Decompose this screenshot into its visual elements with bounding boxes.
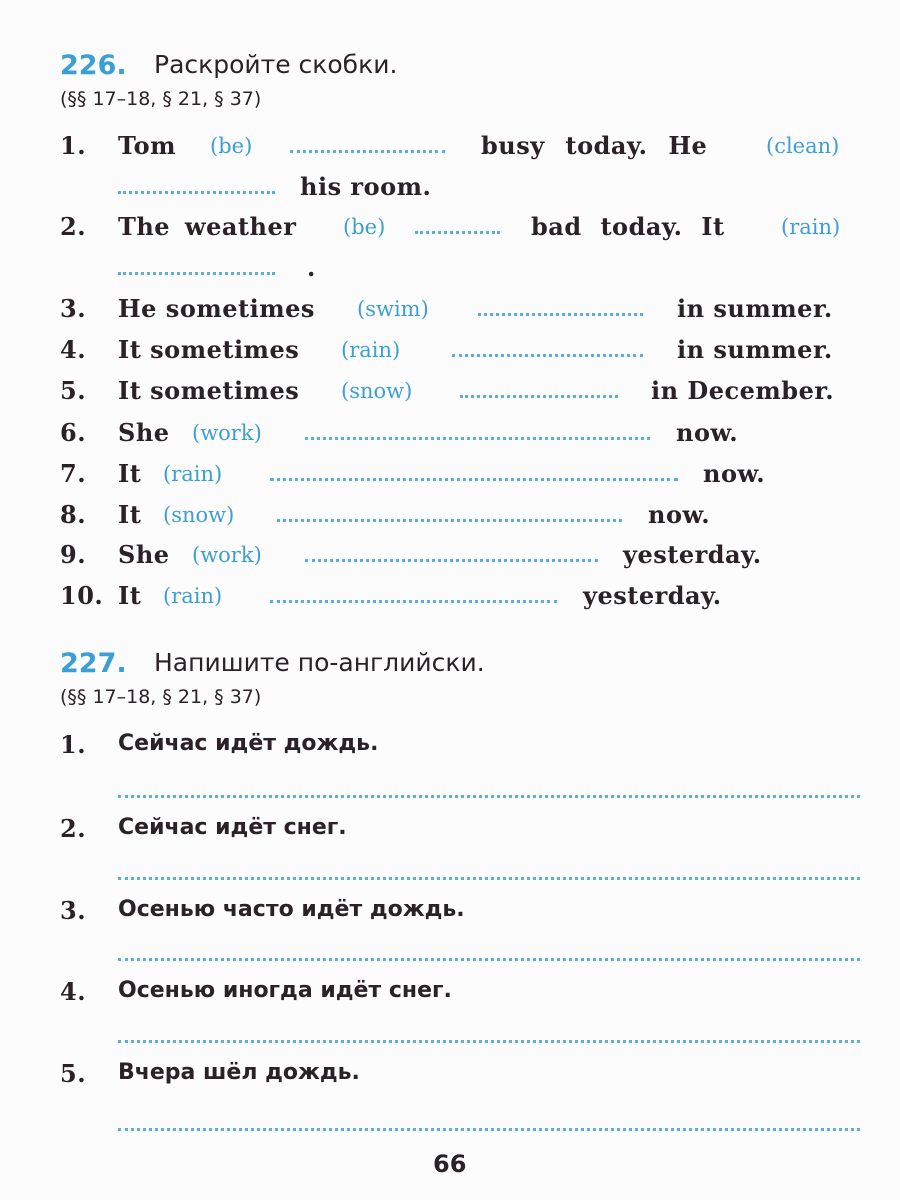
verb-hint: (rain) — [781, 215, 841, 239]
answer-line[interactable] — [118, 1040, 860, 1043]
item-number: 8. — [60, 500, 87, 529]
sentence-text: yesterday. — [623, 540, 762, 569]
sentence-text: The weather — [118, 212, 297, 241]
answer-blank[interactable] — [290, 150, 445, 153]
sentence-text: It sometimes — [118, 335, 300, 364]
sentence-text: now. — [676, 418, 739, 447]
answer-blank[interactable] — [460, 395, 618, 398]
sentence-text: busy today. He — [481, 131, 708, 160]
grammar-refs: (§§ 17–18, § 21, § 37) — [60, 686, 262, 708]
sentence-text: He sometimes — [118, 294, 315, 323]
sentence-text: now. — [703, 459, 766, 488]
sentence-text: It sometimes — [118, 376, 300, 405]
item-number: 3. — [60, 294, 87, 323]
item-number: 4. — [60, 335, 87, 364]
answer-blank[interactable] — [452, 354, 643, 357]
grammar-refs: (§§ 17–18, § 21, § 37) — [60, 88, 262, 110]
item-number: 5. — [60, 376, 87, 405]
russian-sentence: Сейчас идёт снег. — [118, 815, 347, 840]
sentence-text: She — [118, 418, 170, 447]
sentence-text: Tom — [118, 131, 177, 160]
item-number: 5. — [60, 1059, 87, 1088]
item-number: 1. — [60, 131, 87, 160]
russian-sentence: Осенью иногда идёт снег. — [118, 978, 452, 1003]
exercise-number: 227. — [60, 648, 127, 679]
verb-hint: (work) — [192, 543, 262, 567]
verb-hint: (snow) — [163, 503, 235, 527]
exercise-instruction: Раскройте скобки. — [154, 50, 398, 79]
sentence-text: yesterday. — [583, 581, 722, 610]
verb-hint: (snow) — [341, 379, 413, 403]
sentence-text: It — [118, 581, 142, 610]
exercise-number: 226. — [60, 50, 127, 81]
answer-line[interactable] — [118, 795, 860, 798]
item-number: 9. — [60, 540, 87, 569]
item-number: 6. — [60, 418, 87, 447]
answer-blank[interactable] — [270, 600, 557, 603]
item-number: 2. — [60, 212, 87, 241]
answer-blank[interactable] — [305, 559, 598, 562]
answer-blank[interactable] — [118, 191, 275, 194]
verb-hint: (swim) — [357, 297, 429, 321]
answer-line[interactable] — [118, 1128, 860, 1131]
russian-sentence: Осенью часто идёт дождь. — [118, 897, 465, 922]
item-number: 7. — [60, 459, 87, 488]
sentence-text: She — [118, 540, 170, 569]
sentence-text: his room. — [300, 172, 432, 201]
verb-hint: (clean) — [766, 134, 840, 158]
answer-blank[interactable] — [305, 437, 650, 440]
answer-blank[interactable] — [478, 313, 643, 316]
verb-hint: (work) — [192, 421, 262, 445]
page-number: 66 — [433, 1150, 467, 1178]
answer-blank[interactable] — [277, 519, 622, 522]
verb-hint: (rain) — [163, 584, 223, 608]
sentence-text: It — [118, 459, 142, 488]
item-number: 2. — [60, 814, 87, 843]
answer-line[interactable] — [118, 877, 860, 880]
item-number: 1. — [60, 730, 87, 759]
verb-hint: (rain) — [163, 462, 223, 486]
russian-sentence: Вчера шёл дождь. — [118, 1060, 360, 1085]
verb-hint: (be) — [343, 215, 386, 239]
sentence-text: now. — [648, 500, 711, 529]
item-number: 4. — [60, 977, 87, 1006]
sentence-text: in summer. — [677, 335, 833, 364]
exercise-instruction: Напишите по-английски. — [154, 648, 485, 677]
answer-blank[interactable] — [415, 231, 500, 234]
sentence-text: It — [118, 500, 142, 529]
sentence-text: in summer. — [677, 294, 833, 323]
item-number: 3. — [60, 896, 87, 925]
workbook-page: 226. Раскройте скобки. (§§ 17–18, § 21, … — [0, 0, 900, 1200]
sentence-text: bad today. It — [531, 212, 725, 241]
answer-line[interactable] — [118, 958, 860, 961]
russian-sentence: Сейчас идёт дождь. — [118, 731, 379, 756]
answer-blank[interactable] — [118, 272, 275, 275]
verb-hint: (be) — [210, 134, 253, 158]
sentence-text: in December. — [651, 376, 835, 405]
item-number: 10. — [60, 581, 104, 610]
verb-hint: (rain) — [341, 338, 401, 362]
answer-blank[interactable] — [270, 478, 678, 481]
sentence-text: . — [307, 253, 316, 282]
